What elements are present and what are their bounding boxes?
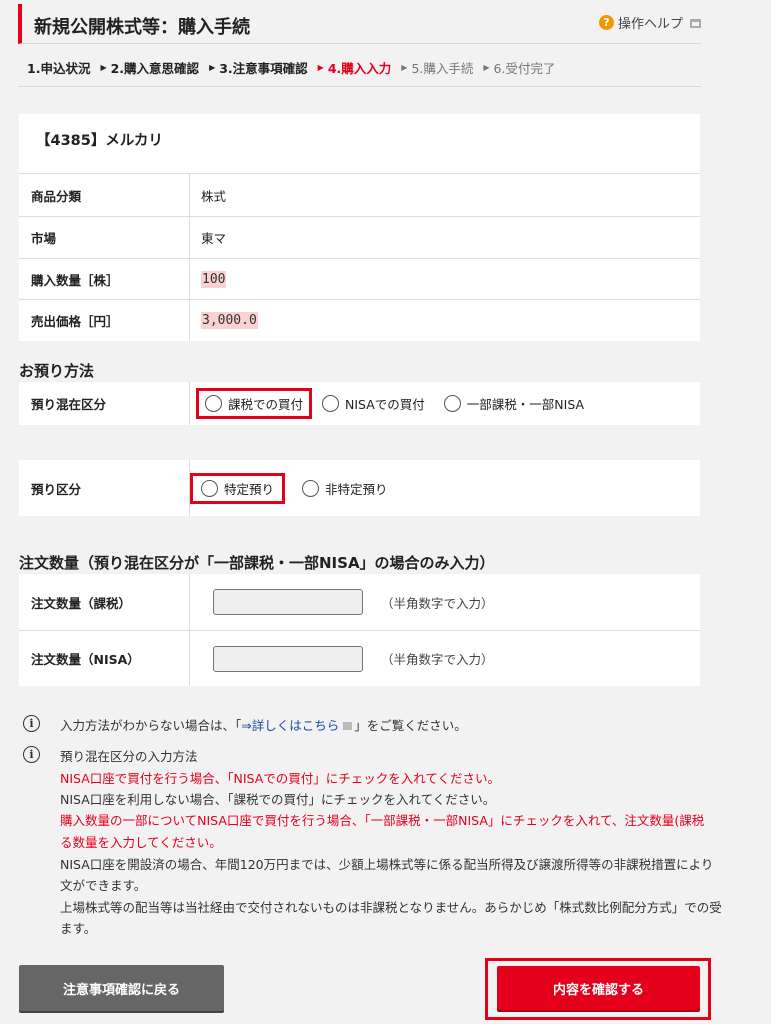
row-label: 商品分類: [19, 174, 190, 216]
help-label: 操作ヘルプ: [617, 17, 683, 32]
input-hint: （半角数字で入力）: [381, 652, 494, 667]
note-line: ます。: [60, 921, 97, 936]
note-line: 上場株式等の配当等は当社経由で交付されないものは非課税となりません。あらかじめ「…: [60, 900, 722, 915]
order-qty-section-title: 注文数量（預り混在区分が「一部課税・一部NISA」の場合のみ入力）: [19, 554, 495, 572]
radio-circle[interactable]: [201, 479, 218, 497]
note-line: 文ができます。: [60, 878, 147, 893]
order-qty-nisa-label: 注文数量（NISA）: [19, 631, 190, 686]
highlight-box: 特定預り: [190, 472, 286, 504]
step-5: ▶ 5.購入手続: [401, 60, 474, 76]
triangle-icon: ▶: [209, 62, 216, 72]
radio-circle[interactable]: [302, 479, 320, 497]
order-qty-taxable-label: 注文数量（課税）: [19, 574, 190, 630]
deposit-type-options: 特定預り 非特定預り: [190, 460, 700, 516]
order-qty-nisa-input[interactable]: [213, 645, 363, 672]
quantity-value: 100: [201, 270, 227, 288]
back-button[interactable]: 注意事項確認に戻る: [19, 965, 224, 1011]
note-line: NISA口座を開設済の場合、年間120万円までは、少額上場株式等に係る配当所得及…: [60, 857, 714, 872]
radio-nisa-purchase[interactable]: NISAでの買付: [322, 394, 425, 413]
radio-taxable-purchase[interactable]: 課税での買付: [205, 394, 303, 413]
new-window-icon: [690, 19, 701, 28]
product-row: 売出価格［円］ 3,000.0: [19, 299, 700, 341]
order-qty-taxable-row: 注文数量（課税） （半角数字で入力）: [19, 574, 700, 630]
progress-steps: 1.申込状況 ▶ 2.購入意思確認 ▶ 3.注意事項確認 ▶ 4.購入入力 ▶ 5.購入…: [18, 48, 701, 87]
radio-circle[interactable]: [443, 395, 461, 412]
product-row: 購入数量［株］ 100: [19, 258, 700, 299]
deposit-section-title: お預り方法: [19, 362, 95, 380]
deposit-type-label: 預り区分: [19, 460, 190, 516]
mixed-category-label: 預り混在区分: [19, 382, 190, 425]
product-row: 市場 東マ: [19, 216, 700, 258]
order-qty-taxable-input[interactable]: [213, 589, 363, 615]
info-icon: i: [23, 715, 40, 732]
triangle-icon: ▶: [100, 62, 107, 72]
step-3: ▶ 3.注意事項確認: [209, 60, 308, 76]
step-1: 1.申込状況: [27, 60, 91, 76]
radio-specific-account[interactable]: 特定預り: [201, 479, 274, 498]
mixed-category-options: 課税での買付 NISAでの買付 一部課税・一部NISA: [190, 382, 700, 425]
note-help: 入力方法がわからない場合は、「⇒詳しくはこちら 」をご覧ください。: [60, 718, 467, 733]
row-value: 3,000.0: [190, 300, 700, 341]
note-title: 預り混在区分の入力方法: [60, 749, 198, 764]
step-6: ▶ 6.受付完了: [483, 60, 556, 76]
details-link[interactable]: ⇒詳しくはこちら: [241, 718, 339, 733]
mixed-category-row: 預り混在区分 課税での買付 NISAでの買付 一部課税・一部NISA: [19, 382, 700, 425]
question-icon: ?: [598, 15, 614, 30]
product-name: 【4385】メルカリ: [36, 133, 163, 149]
row-label: 購入数量［株］: [19, 259, 190, 299]
page-header: 新規公開株式等：購入手続 ? 操作ヘルプ: [18, 4, 701, 44]
highlight-box: 課税での買付: [196, 388, 313, 419]
page-title: 新規公開株式等：購入手続: [34, 17, 250, 38]
row-value: 100: [190, 259, 700, 299]
triangle-icon: ▶: [401, 62, 408, 72]
radio-circle[interactable]: [205, 395, 222, 412]
product-row: 商品分類 株式: [19, 173, 700, 216]
new-window-icon: [343, 722, 353, 730]
row-label: 売出価格［円］: [19, 300, 190, 341]
row-value: 東マ: [201, 231, 227, 246]
note-line: NISA口座を利用しない場合、「課税での買付」にチェックを入れてください。: [60, 792, 496, 807]
row-value: 株式: [201, 188, 227, 204]
price-value: 3,000.0: [201, 312, 258, 329]
order-qty-nisa-row: 注文数量（NISA） （半角数字で入力）: [19, 630, 700, 686]
confirm-button[interactable]: 内容を確認する: [497, 966, 700, 1010]
note-line: 購入数量の一部についてNISA口座で買付を行う場合、「一部課税・一部NISA」に…: [60, 813, 705, 828]
note-line: NISA口座で買付を行う場合、「NISAでの買付」にチェックを入れてください。: [60, 771, 501, 786]
row-label: 市場: [19, 217, 190, 258]
deposit-type-row: 預り区分 特定預り 非特定預り: [19, 460, 700, 516]
note-line: る数量を入力してください。: [60, 835, 222, 850]
help-link[interactable]: ? 操作ヘルプ: [598, 13, 701, 32]
triangle-icon: ▶: [317, 62, 324, 72]
radio-general-account[interactable]: 非特定預り: [302, 479, 388, 498]
info-icon: i: [23, 746, 40, 763]
radio-partial-nisa[interactable]: 一部課税・一部NISA: [443, 394, 584, 413]
step-2: ▶ 2.購入意思確認: [100, 60, 200, 76]
input-hint: （半角数字で入力）: [381, 595, 494, 611]
triangle-icon: ▶: [483, 62, 490, 72]
radio-circle[interactable]: [322, 395, 340, 412]
step-4: ▶ 4.購入入力: [317, 60, 392, 76]
